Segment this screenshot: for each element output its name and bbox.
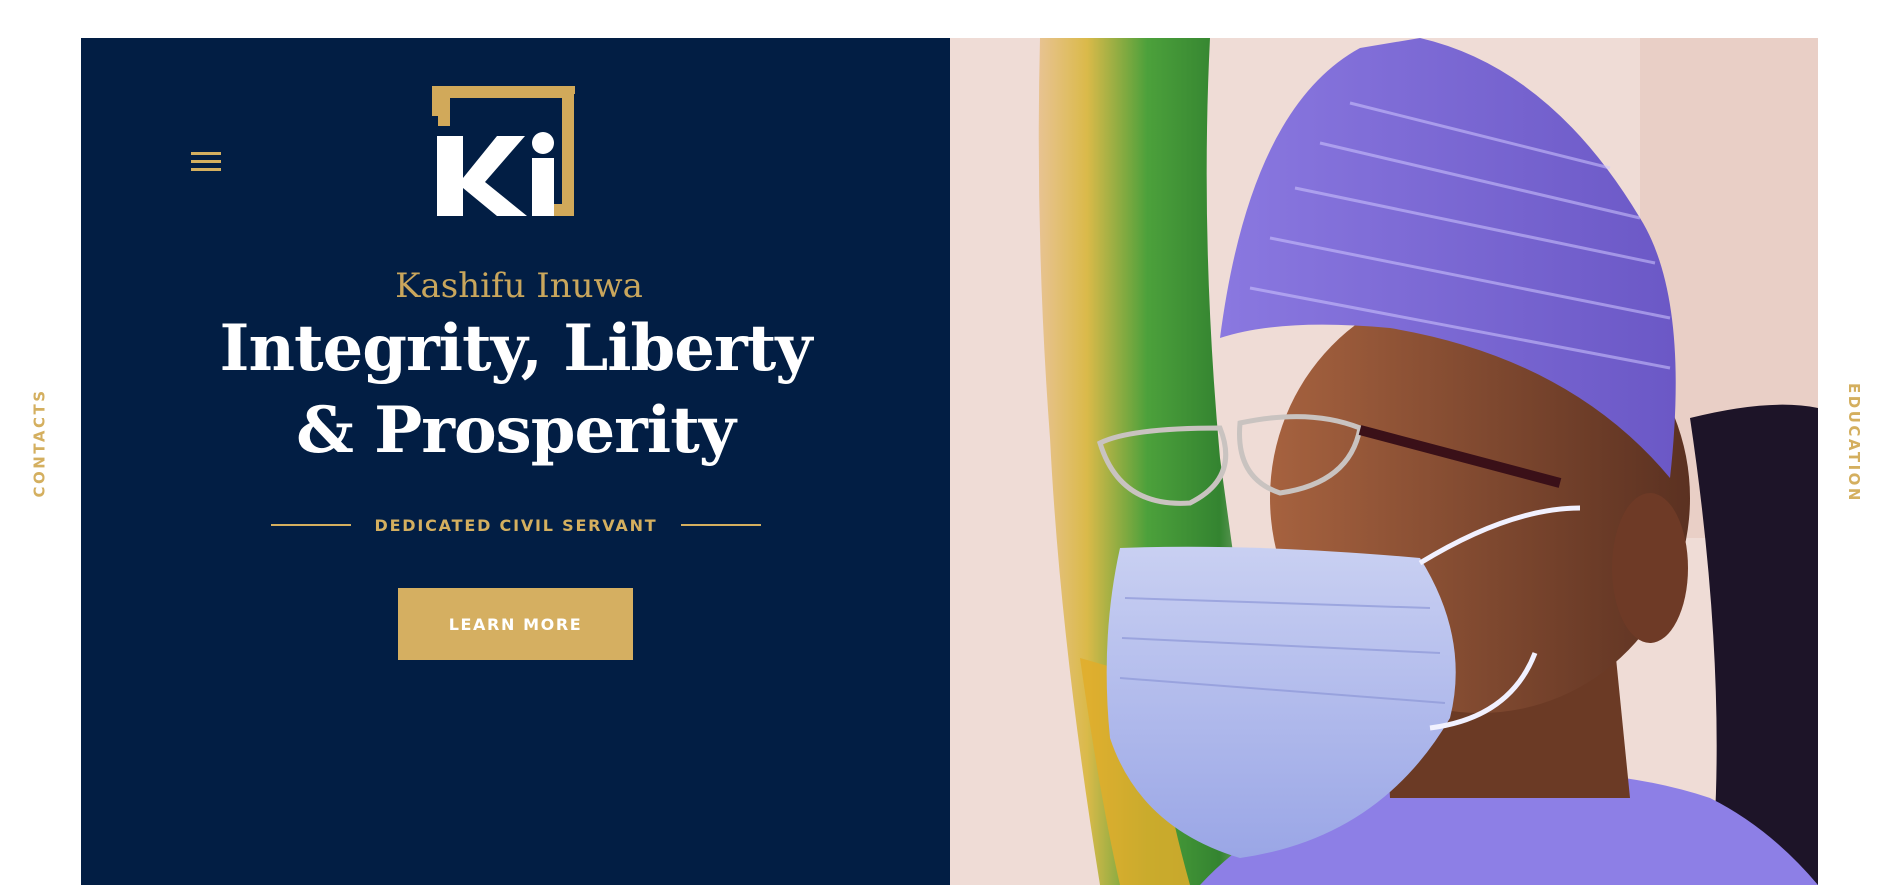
tagline-rule-right xyxy=(681,524,761,526)
side-nav-contacts[interactable]: CONTACTS xyxy=(0,0,80,885)
hero-headline: Integrity, Liberty & Prosperity xyxy=(81,308,950,472)
headline-line-1: Integrity, Liberty xyxy=(219,311,813,386)
side-nav-education-label[interactable]: EDUCATION xyxy=(1845,383,1863,503)
tagline-text: DEDICATED CIVIL SERVANT xyxy=(374,515,658,535)
portrait-photo xyxy=(950,38,1818,885)
hamburger-menu-icon[interactable] xyxy=(189,148,223,176)
side-nav-education[interactable]: EDUCATION xyxy=(1814,0,1894,885)
brand-logo[interactable]: Kashifu Inuwa xyxy=(389,82,649,306)
brand-name: Kashifu Inuwa xyxy=(395,266,643,306)
portrait-illustration xyxy=(950,38,1818,885)
ki-monogram-icon xyxy=(432,82,575,216)
tagline: DEDICATED CIVIL SERVANT xyxy=(271,513,761,537)
hero-text-panel: Kashifu Inuwa Integrity, Liberty & Prosp… xyxy=(81,38,950,885)
hero-section: Kashifu Inuwa Integrity, Liberty & Prosp… xyxy=(81,38,1818,885)
side-nav-contacts-label[interactable]: CONTACTS xyxy=(31,388,49,497)
headline-line-2: & Prosperity xyxy=(296,393,736,468)
learn-more-button[interactable]: LEARN MORE xyxy=(398,588,633,660)
tagline-rule-left xyxy=(271,524,351,526)
